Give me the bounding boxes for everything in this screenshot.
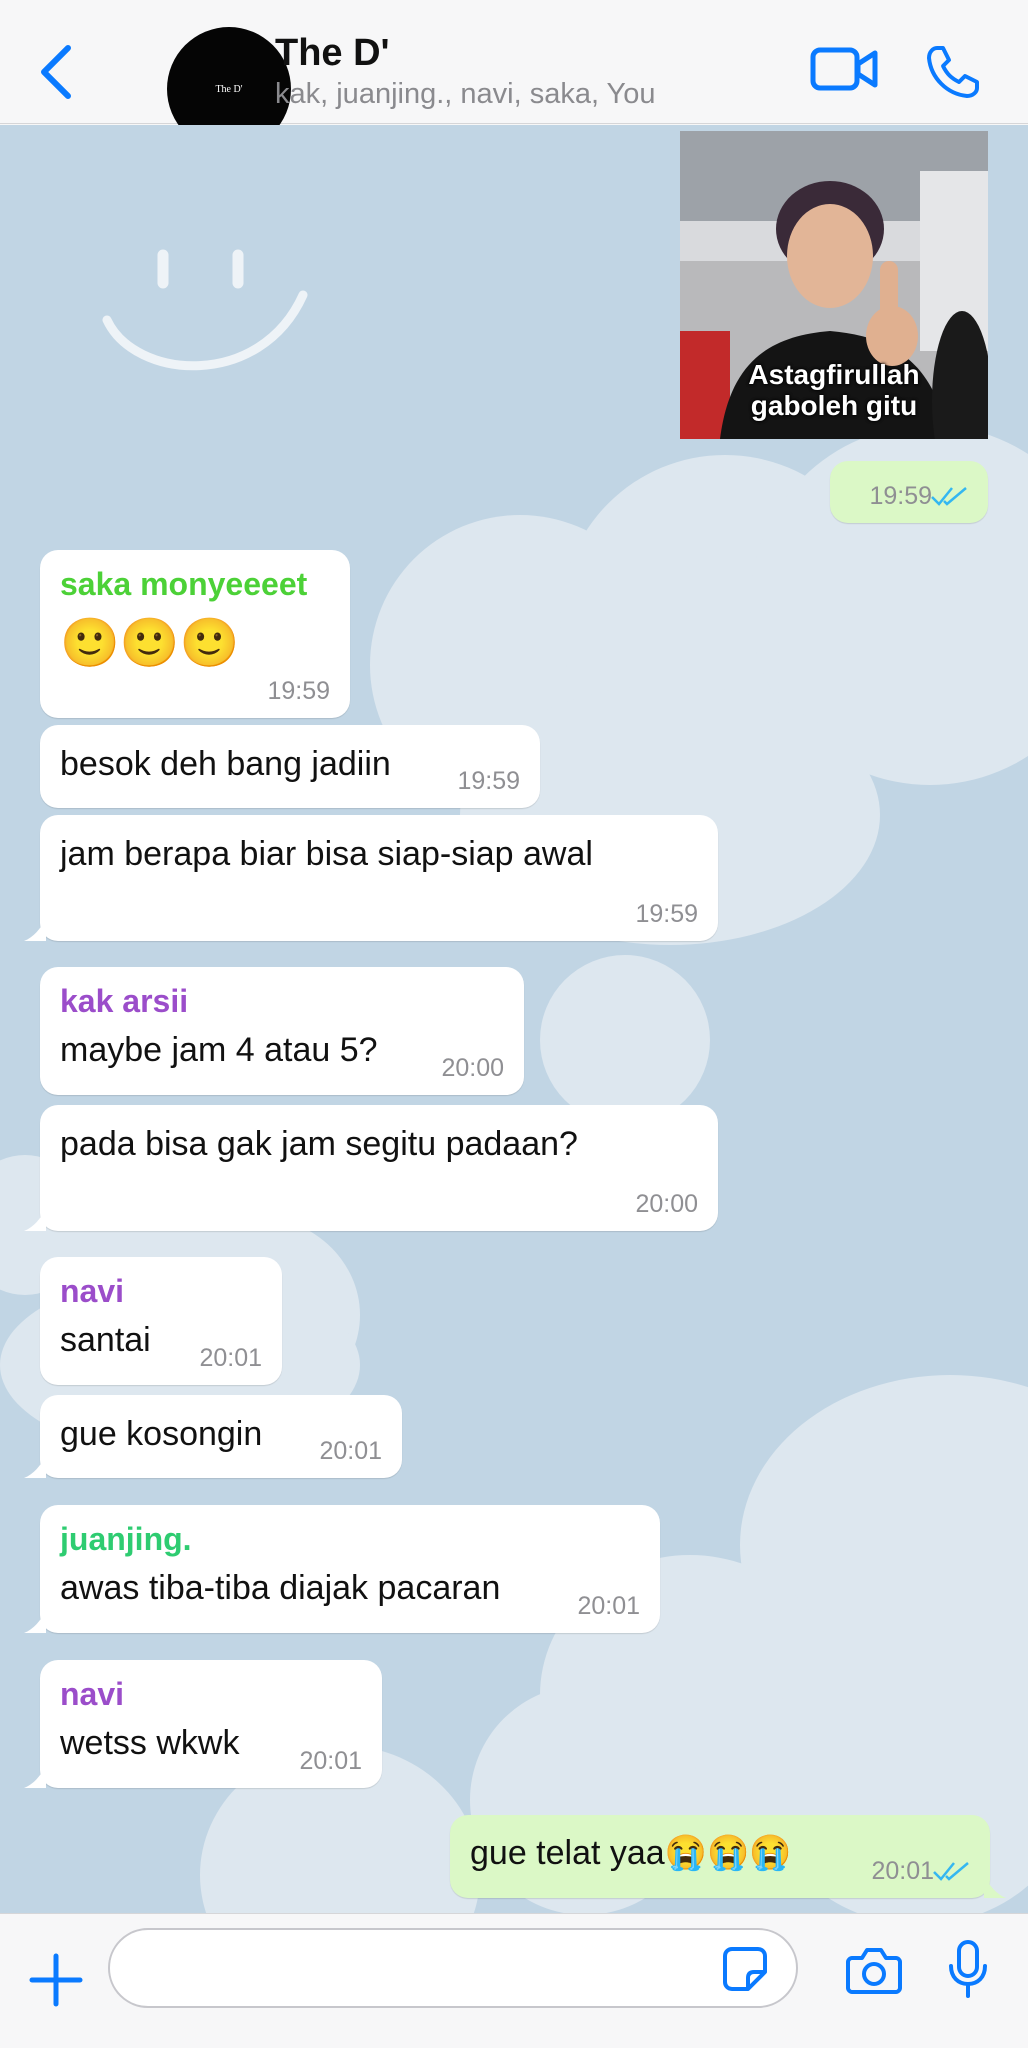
incoming-message[interactable]: saka monyeeeet 🙂🙂🙂 19:59 — [40, 550, 350, 718]
sender-name[interactable]: navi — [60, 1273, 124, 1310]
incoming-message[interactable]: besok deh bang jadiin 19:59 — [40, 725, 540, 808]
message-text: gue telat yaa😭😭😭 — [470, 1834, 792, 1872]
message-time: 19:59 — [635, 900, 698, 928]
bubble-tail — [24, 1456, 46, 1478]
message-time: 20:01 — [299, 1747, 362, 1775]
chat-area[interactable]: Astagfirullah gaboleh gitu 19:59 saka mo… — [0, 125, 1028, 1913]
message-time: 19:59 — [457, 767, 520, 795]
message-time: 20:01 — [319, 1437, 382, 1465]
message-text: 🙂🙂🙂 — [60, 617, 240, 670]
incoming-message[interactable]: jam berapa biar bisa siap-siap awal 19:5… — [24, 815, 718, 941]
sender-name[interactable]: kak arsii — [60, 983, 188, 1020]
video-camera-icon[interactable] — [810, 45, 878, 93]
composer-bar — [0, 1913, 1028, 2048]
message-text: santai — [60, 1321, 151, 1359]
incoming-message[interactable]: kak arsii maybe jam 4 atau 5? 20:00 — [40, 967, 524, 1095]
read-receipt-icon — [933, 1862, 969, 1881]
message-time: 20:01 — [199, 1344, 262, 1372]
message-time: 19:59 — [869, 482, 932, 510]
sticker-caption-line2: gaboleh gitu — [750, 390, 918, 421]
bubble-tail — [24, 1766, 46, 1788]
bubble-tail — [984, 1876, 1006, 1898]
plus-icon[interactable] — [26, 1950, 86, 2010]
message-text: pada bisa gak jam segitu padaan? — [60, 1125, 578, 1163]
bubble-tail — [24, 1611, 46, 1633]
message-text: gue kosongin — [60, 1415, 263, 1453]
message-text: maybe jam 4 atau 5? — [60, 1031, 378, 1069]
incoming-message[interactable]: gue kosongin 20:01 — [24, 1395, 402, 1478]
sender-name[interactable]: navi — [60, 1676, 124, 1713]
incoming-message[interactable]: juanjing. awas tiba-tiba diajak pacaran … — [24, 1505, 660, 1633]
avatar-text: The D' — [215, 83, 243, 95]
message-time: 20:01 — [577, 1592, 640, 1620]
bubble-tail — [24, 1209, 46, 1231]
camera-icon[interactable] — [846, 1946, 902, 1994]
outgoing-message[interactable]: 19:59 — [830, 461, 988, 523]
incoming-message[interactable]: navi santai 20:01 — [40, 1257, 282, 1385]
chat-header: The D' The D' kak, juanjing., navi, saka… — [0, 0, 1028, 151]
bubble-tail — [24, 919, 46, 941]
smiley-wallpaper-icon — [102, 249, 308, 371]
chat-members[interactable]: kak, juanjing., navi, saka, You — [275, 78, 655, 111]
message-time: 20:00 — [441, 1054, 504, 1082]
message-text: wetss wkwk — [60, 1724, 240, 1762]
phone-icon[interactable] — [925, 44, 981, 100]
message-time: 20:00 — [635, 1190, 698, 1218]
chat-title[interactable]: The D' — [275, 32, 390, 75]
read-receipt-icon — [931, 487, 967, 506]
message-text: jam berapa biar bisa siap-siap awal — [60, 835, 593, 873]
sticker-icon[interactable] — [722, 1946, 768, 1992]
chevron-left-icon[interactable] — [36, 44, 76, 100]
sticker-caption: Astagfirullah gaboleh gitu — [680, 359, 988, 421]
outgoing-message[interactable]: gue telat yaa😭😭😭 20:01 — [450, 1815, 1006, 1898]
sticker-image[interactable]: Astagfirullah gaboleh gitu — [680, 131, 988, 439]
message-text: besok deh bang jadiin — [60, 745, 391, 783]
sticker-caption-line1: Astagfirullah — [748, 359, 920, 390]
sender-name[interactable]: juanjing. — [60, 1521, 192, 1558]
message-input[interactable] — [108, 1928, 798, 2008]
message-text: awas tiba-tiba diajak pacaran — [60, 1569, 501, 1607]
microphone-icon[interactable] — [948, 1940, 988, 1998]
incoming-message[interactable]: navi wetss wkwk 20:01 — [24, 1660, 382, 1788]
sender-name[interactable]: saka monyeeeet — [60, 566, 307, 603]
message-time: 20:01 — [871, 1857, 934, 1885]
message-time: 19:59 — [267, 677, 330, 705]
incoming-message[interactable]: pada bisa gak jam segitu padaan? 20:00 — [24, 1105, 718, 1231]
